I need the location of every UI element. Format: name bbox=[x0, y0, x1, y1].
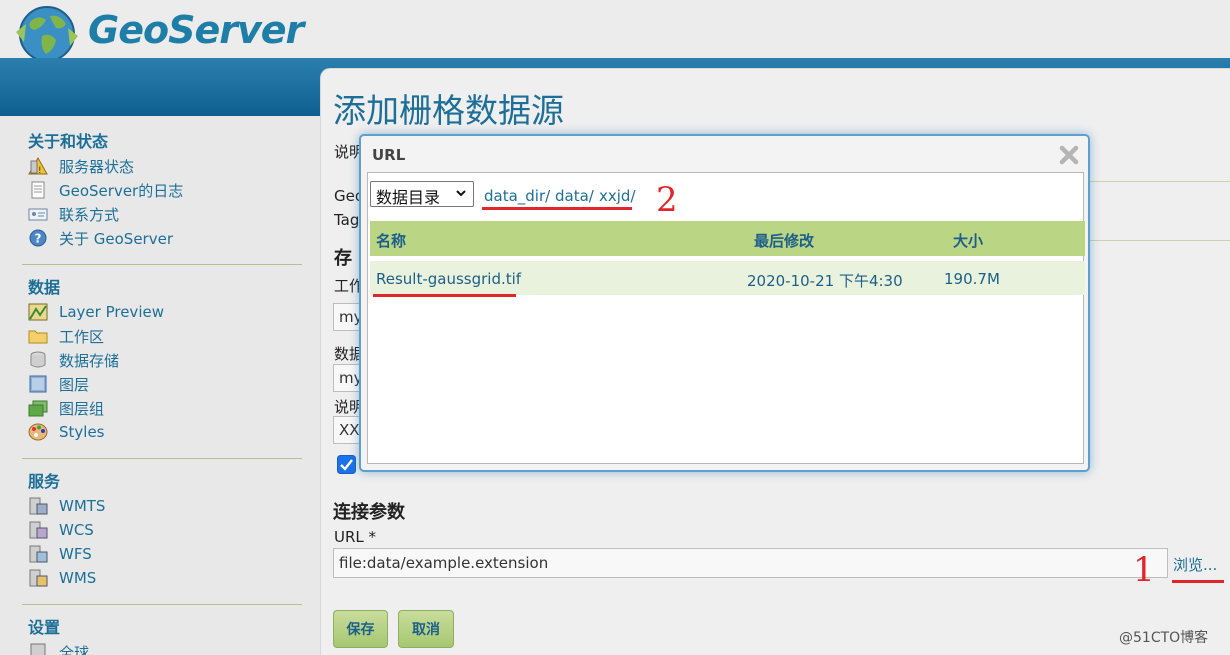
sidebar-item-label: 关于 GeoServer bbox=[59, 229, 173, 248]
table-row[interactable]: Result-gaussgrid.tif 2020-10-21 下午4:30 1… bbox=[370, 261, 1085, 295]
file-table-header: 名称 最后修改 大小 bbox=[370, 221, 1085, 256]
sidebar-item-stores[interactable]: 数据存储 bbox=[22, 348, 302, 372]
wms-service-icon bbox=[29, 569, 48, 587]
store-info-heading: 存 bbox=[334, 248, 352, 269]
file-modified-cell: 2020-10-21 下午4:30 bbox=[747, 272, 903, 290]
tag-label: Tag bbox=[334, 211, 360, 229]
sidebar-item-label: Styles bbox=[59, 423, 105, 441]
annotation-underline-file bbox=[373, 294, 516, 297]
wfs-service-icon bbox=[29, 545, 48, 563]
sidebar: 关于和状态 ! 服务器状态 GeoServer的日志 联系方式 ? 关于 Geo… bbox=[0, 116, 320, 655]
annotation-underline-breadcrumb bbox=[482, 207, 632, 210]
layer-icon bbox=[29, 375, 47, 393]
sidebar-item-label: WMTS bbox=[59, 497, 106, 515]
sidebar-item-layers[interactable]: 图层 bbox=[22, 372, 302, 396]
connection-params-heading: 连接参数 bbox=[333, 502, 405, 523]
sidebar-item-label: 服务器状态 bbox=[59, 157, 135, 176]
database-icon bbox=[30, 351, 46, 368]
sidebar-item-wms[interactable]: WMS bbox=[22, 566, 302, 590]
sidebar-item-layer-groups[interactable]: 图层组 bbox=[22, 396, 302, 420]
url-label: URL * bbox=[334, 528, 377, 546]
cancel-button[interactable]: 取消 bbox=[398, 610, 454, 648]
page-title: 添加栅格数据源 bbox=[333, 91, 564, 130]
sidebar-section-title: 服务 bbox=[28, 472, 61, 491]
sidebar-item-wcs[interactable]: WCS bbox=[22, 518, 302, 542]
layer-preview-icon bbox=[28, 303, 48, 321]
sidebar-item-label: 图层 bbox=[59, 375, 90, 394]
sidebar-section-title: 设置 bbox=[28, 618, 61, 637]
save-button[interactable]: 保存 bbox=[333, 610, 388, 648]
sidebar-item-label: WCS bbox=[59, 521, 94, 539]
globe-settings-icon bbox=[30, 643, 46, 655]
file-browser-panel: 数据目录 data_dir/ data/ xxjd/ 名称 最后修改 大小 Re… bbox=[367, 172, 1085, 464]
folder-icon bbox=[28, 330, 48, 344]
dialog-title: URL bbox=[372, 146, 406, 164]
url-file-browser-dialog: URL 数据目录 data_dir/ data/ xxjd/ 名称 最后修改 大… bbox=[359, 134, 1090, 472]
section-divider bbox=[1090, 181, 1230, 182]
layer-group-icon bbox=[28, 400, 48, 417]
directory-root-select[interactable]: 数据目录 bbox=[370, 181, 474, 207]
sidebar-item-label: 图层组 bbox=[59, 399, 105, 418]
log-document-icon bbox=[31, 181, 45, 199]
watermark: @51CTO博客 bbox=[1119, 630, 1209, 646]
breadcrumb-data[interactable]: data/ bbox=[555, 187, 594, 205]
sidebar-item-label: 全球 bbox=[59, 643, 90, 655]
sidebar-section-title: 数据 bbox=[28, 278, 61, 297]
sidebar-item-label: GeoServer的日志 bbox=[59, 181, 184, 200]
column-modified-header[interactable]: 最后修改 bbox=[754, 230, 814, 251]
app-logo-text: GeoServer bbox=[88, 8, 304, 52]
sidebar-item-about[interactable]: ? 关于 GeoServer bbox=[22, 226, 302, 250]
sidebar-item-workspaces[interactable]: 工作区 bbox=[22, 324, 302, 348]
sidebar-item-label: Layer Preview bbox=[59, 303, 164, 321]
browse-link[interactable]: 浏览... bbox=[1173, 554, 1217, 575]
sidebar-section-data: 数据 Layer Preview 工作区 数据存储 图层 图层组 Styles bbox=[22, 274, 302, 444]
geoserver-logo-icon[interactable] bbox=[12, 2, 82, 64]
annotation-underline-browse bbox=[1172, 580, 1224, 583]
sidebar-item-label: 工作区 bbox=[59, 327, 105, 346]
palette-icon bbox=[28, 423, 48, 441]
chevron-down-icon bbox=[456, 190, 466, 197]
sidebar-section-settings: 设置 全球 bbox=[22, 614, 302, 655]
breadcrumb-data-dir[interactable]: data_dir/ bbox=[484, 187, 550, 205]
sidebar-item-label: WMS bbox=[59, 569, 97, 587]
svg-text:!: ! bbox=[38, 166, 42, 175]
sidebar-item-label: 数据存储 bbox=[59, 351, 120, 370]
column-name-header[interactable]: 名称 bbox=[376, 230, 406, 251]
annotation-step-2: 2 bbox=[656, 180, 678, 220]
sidebar-divider bbox=[22, 458, 302, 459]
sidebar-item-wmts[interactable]: WMTS bbox=[22, 494, 302, 518]
server-status-icon: ! bbox=[28, 157, 48, 175]
help-circle-icon: ? bbox=[29, 229, 47, 247]
column-size-header[interactable]: 大小 bbox=[953, 230, 983, 251]
sidebar-item-contact[interactable]: 联系方式 bbox=[22, 202, 302, 226]
file-size-cell: 190.7M bbox=[944, 270, 1000, 288]
sidebar-divider bbox=[22, 264, 302, 265]
section-divider bbox=[1090, 240, 1230, 241]
sidebar-item-server-status[interactable]: ! 服务器状态 bbox=[22, 154, 302, 178]
sidebar-item-label: 联系方式 bbox=[59, 205, 120, 224]
sidebar-item-global[interactable]: 全球 bbox=[22, 640, 302, 655]
svg-text:?: ? bbox=[35, 232, 42, 246]
breadcrumb-xxjd[interactable]: xxjd/ bbox=[599, 187, 636, 205]
sidebar-divider bbox=[22, 604, 302, 605]
sidebar-item-log[interactable]: GeoServer的日志 bbox=[22, 178, 302, 202]
geoserver-window: GeoServer 关于和状态 ! 服务器状态 GeoServer的日志 联系方… bbox=[0, 0, 1230, 655]
directory-root-value: 数据目录 bbox=[376, 188, 441, 207]
url-input[interactable]: file:data/example.extension bbox=[333, 548, 1168, 578]
sidebar-section-title: 关于和状态 bbox=[28, 132, 109, 151]
wmts-service-icon bbox=[29, 497, 48, 515]
app-header: GeoServer bbox=[0, 0, 1230, 62]
sidebar-item-styles[interactable]: Styles bbox=[22, 420, 302, 444]
sidebar-item-layer-preview[interactable]: Layer Preview bbox=[22, 300, 302, 324]
file-name-link[interactable]: Result-gaussgrid.tif bbox=[376, 270, 521, 288]
sidebar-item-label: WFS bbox=[59, 545, 92, 563]
enabled-checkbox[interactable] bbox=[337, 455, 356, 474]
contact-card-icon bbox=[28, 208, 48, 221]
sidebar-section-services: 服务 WMTS WCS WFS WMS bbox=[22, 468, 302, 590]
close-icon[interactable] bbox=[1058, 144, 1080, 166]
wcs-service-icon bbox=[29, 521, 48, 539]
sidebar-item-wfs[interactable]: WFS bbox=[22, 542, 302, 566]
sidebar-section-about-status: 关于和状态 ! 服务器状态 GeoServer的日志 联系方式 ? 关于 Geo… bbox=[22, 128, 302, 250]
annotation-step-1: 1 bbox=[1133, 550, 1155, 590]
